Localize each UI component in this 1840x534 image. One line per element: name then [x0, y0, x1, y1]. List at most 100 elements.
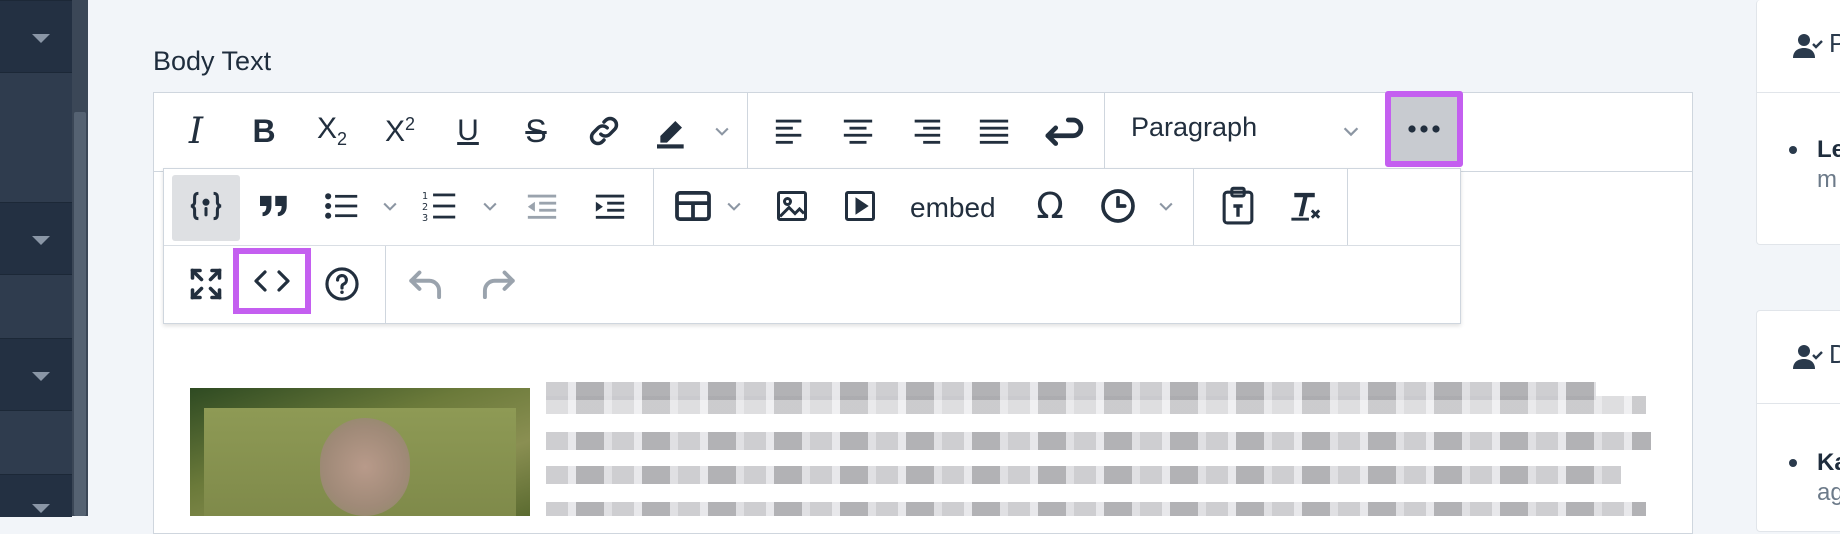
undo-icon [409, 270, 442, 300]
strikethrough-icon: S [525, 112, 547, 149]
side-panel-card: P Le m [1756, 0, 1840, 245]
clock-icon [1101, 189, 1135, 223]
card-header: P [1757, 0, 1840, 93]
blurred-text [546, 466, 1621, 484]
clipboard-text-icon [1222, 186, 1254, 225]
date-time-dropdown[interactable] [1150, 178, 1182, 234]
superscript-button[interactable]: X2 [372, 103, 428, 159]
align-left-icon [775, 119, 802, 144]
sidebar-section[interactable] [0, 72, 72, 203]
bullet-list-dropdown[interactable] [374, 178, 406, 234]
return-icon [1045, 117, 1084, 146]
content-image[interactable] [190, 388, 530, 516]
toolbar-separator [1104, 93, 1105, 169]
bullet [1789, 146, 1797, 154]
help-button[interactable] [314, 256, 370, 312]
chevron-down-icon [1343, 127, 1359, 137]
chevron-down-icon[interactable] [32, 34, 50, 43]
card-title: D [1829, 339, 1840, 369]
blurred-text [546, 502, 1646, 516]
svg-text:2: 2 [422, 202, 428, 213]
chevron-down-icon [483, 202, 497, 211]
table-dropdown[interactable] [718, 178, 750, 234]
sidebar-scroll-thumb[interactable] [74, 112, 86, 516]
card-title: P [1829, 28, 1840, 58]
numbered-list-dropdown[interactable] [474, 178, 506, 234]
embed-button[interactable]: embed [910, 192, 996, 224]
date-time-button[interactable] [1090, 178, 1146, 234]
redo-icon [482, 270, 515, 300]
indent-button[interactable] [582, 178, 638, 234]
special-character-button[interactable]: Ω [1022, 178, 1078, 234]
align-right-button[interactable] [898, 103, 954, 159]
toolbar-separator [1193, 169, 1194, 245]
align-right-icon [914, 119, 941, 144]
bold-button[interactable]: B [236, 103, 292, 159]
chevron-down-icon[interactable] [32, 504, 50, 513]
bullet [1789, 459, 1797, 467]
media-button[interactable] [832, 178, 888, 234]
sidebar-section[interactable] [0, 274, 72, 339]
image-icon [777, 191, 807, 221]
field-label: Body Text [153, 46, 272, 76]
source-code-button[interactable] [233, 248, 311, 314]
image-button[interactable] [764, 178, 820, 234]
underline-icon: U [457, 114, 479, 147]
italic-icon: I [188, 110, 204, 152]
bullet-list-button[interactable] [314, 178, 370, 234]
more-icon [1408, 125, 1440, 133]
align-center-icon [843, 119, 873, 144]
subscript-icon: X2 [316, 112, 348, 149]
line-break-button[interactable] [1034, 103, 1090, 159]
side-panel-card: D Ka ag [1756, 310, 1840, 532]
omega-icon: Ω [1036, 185, 1064, 227]
align-justify-icon [979, 119, 1009, 144]
numbered-list-button[interactable]: 123 [412, 178, 468, 234]
code-icon [254, 270, 290, 292]
highlighter-icon [657, 121, 684, 149]
align-left-button[interactable] [762, 103, 818, 159]
link-button[interactable] [576, 103, 632, 159]
clear-formatting-icon [1291, 192, 1321, 221]
underline-button[interactable]: U [440, 103, 496, 159]
link-icon [589, 116, 619, 146]
blockquote-button[interactable] [246, 178, 302, 234]
chevron-down-icon [727, 202, 741, 211]
indent-icon [595, 194, 625, 219]
outdent-button[interactable] [514, 178, 570, 234]
block-format-select[interactable]: Paragraph [1131, 112, 1257, 143]
code-sample-button[interactable] [178, 178, 234, 234]
align-center-button[interactable] [830, 103, 886, 159]
clear-formatting-button[interactable] [1278, 178, 1334, 234]
undo-button[interactable] [398, 256, 454, 312]
superscript-icon: X2 [384, 113, 416, 148]
highlight-color-button[interactable] [644, 103, 700, 159]
toolbar-separator [747, 93, 748, 169]
chevron-down-icon[interactable] [32, 372, 50, 381]
highlight-dropdown[interactable] [706, 103, 738, 159]
chevron-down-icon [715, 127, 729, 136]
fullscreen-button[interactable] [178, 256, 234, 312]
subscript-button[interactable]: X2 [304, 103, 360, 159]
italic-button[interactable]: I [168, 103, 224, 159]
card-item-subtitle: m [1817, 166, 1837, 193]
svg-text:1: 1 [422, 191, 428, 202]
block-format-dropdown[interactable] [1334, 103, 1368, 159]
card-item-title[interactable]: Ka [1817, 449, 1840, 477]
more-button[interactable] [1385, 91, 1463, 167]
table-button[interactable] [665, 178, 721, 234]
strikethrough-button[interactable]: S [508, 103, 564, 159]
user-check-icon [1793, 34, 1823, 58]
sidebar-section[interactable] [0, 410, 72, 475]
paste-as-text-button[interactable] [1210, 178, 1266, 234]
quote-icon [260, 195, 287, 217]
table-icon [675, 191, 711, 221]
align-justify-button[interactable] [966, 103, 1022, 159]
chevron-down-icon[interactable] [32, 236, 50, 245]
card-item-title[interactable]: Le [1817, 136, 1840, 164]
code-sample-icon [190, 191, 222, 221]
redo-button[interactable] [470, 256, 526, 312]
help-icon [325, 267, 359, 301]
bullet-list-icon [325, 193, 358, 219]
left-sidebar [0, 0, 88, 517]
